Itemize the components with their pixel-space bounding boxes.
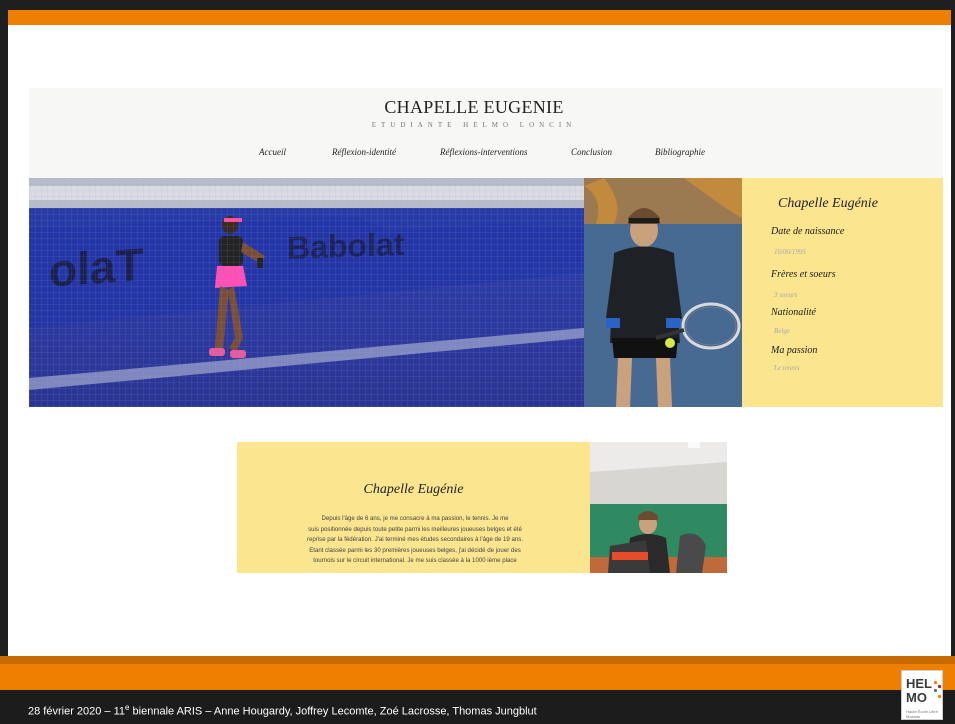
nationality-value: Belge: [774, 327, 790, 335]
info-name: Chapelle Eugénie: [778, 196, 878, 211]
hero-tennis-photo: olaT Babolat: [29, 178, 584, 407]
right-edge-bar: [951, 10, 955, 656]
bio-line: reprise par la fédération. J'ai terminé …: [306, 536, 524, 544]
logo-dot-icon: [934, 689, 937, 692]
bio-line: Depuis l'âge de 6 ans, je me consacre à …: [321, 515, 509, 522]
left-edge-bar: [0, 10, 8, 656]
logo-dot-icon: [938, 695, 941, 698]
siblings-label: Frères et soeurs: [771, 269, 836, 280]
footer-text-after: biennale ARIS – Anne Hougardy, Joffrey L…: [129, 705, 537, 718]
nav-item-conclusion[interactable]: Conclusion: [571, 147, 612, 157]
footer-text-before: 28 février 2020 – 11: [28, 705, 126, 718]
logo-line-2: MO: [906, 690, 927, 705]
bio-line: tournois sur le circuit international. J…: [313, 557, 517, 565]
site-header: CHAPELLE EUGENIE ETUDIANTE HELMO LONCIN …: [29, 88, 943, 178]
portrait-photo-racket: [584, 178, 742, 407]
nav-item-accueil[interactable]: Accueil: [259, 147, 286, 157]
passion-label: Ma passion: [771, 345, 818, 356]
portrait2-illustration: [590, 442, 727, 573]
website-screenshot: CHAPELLE EUGENIE ETUDIANTE HELMO LONCIN …: [29, 88, 943, 573]
passion-value: Le tennis: [774, 364, 800, 372]
bio-line: Etant classée parmi les 30 premières jou…: [309, 546, 521, 554]
nav-item-reflexion-identite[interactable]: Réflexion-identité: [332, 147, 396, 157]
bio-panel: Chapelle Eugénie Depuis l'âge de 6 ans, …: [237, 442, 590, 573]
portrait-photo-court: [590, 442, 727, 573]
nav-item-bibliographie[interactable]: Bibliographie: [655, 147, 705, 157]
bottom-orange-bar: [0, 664, 955, 690]
site-title: CHAPELLE EUGENIE: [384, 97, 564, 117]
bio-name: Chapelle Eugénie: [363, 482, 464, 497]
logo-dot-icon: [938, 685, 941, 688]
top-dark-bar: [0, 0, 955, 10]
logo-subtitle: Haute École Libre Mosane: [906, 709, 938, 719]
birth-date-label: Date de naissance: [771, 226, 845, 237]
logo-dot-icon: [934, 681, 937, 684]
siblings-value: 3 soeurs: [774, 291, 798, 299]
portrait-illustration: [584, 178, 742, 407]
hero-illustration: olaT Babolat: [29, 178, 584, 407]
bio-text: Depuis l'âge de 6 ans, je me consacre à …: [275, 514, 555, 567]
birth-date-value: 16/06/1995: [774, 248, 806, 256]
site-subtitle: ETUDIANTE HELMO LONCIN: [371, 121, 577, 129]
nav-item-reflexions-interventions[interactable]: Réflexions-interventions: [440, 147, 527, 157]
presentation-slide: CHAPELLE EUGENIE ETUDIANTE HELMO LONCIN …: [0, 0, 955, 724]
info-panel: Chapelle Eugénie Date de naissance 16/06…: [742, 178, 943, 407]
logo-line-1: HEL: [906, 676, 932, 691]
top-orange-bar: [0, 10, 955, 25]
bio-line: suis positionnée depuis toute petite par…: [308, 525, 522, 533]
nationality-label: Nationalité: [771, 307, 816, 318]
helmo-logo: HEL MO Haute École Libre Mosane: [901, 670, 943, 720]
bottom-orange-dark-bar: [0, 656, 955, 664]
footer-caption: 28 février 2020 – 11e biennale ARIS – An…: [28, 703, 537, 718]
